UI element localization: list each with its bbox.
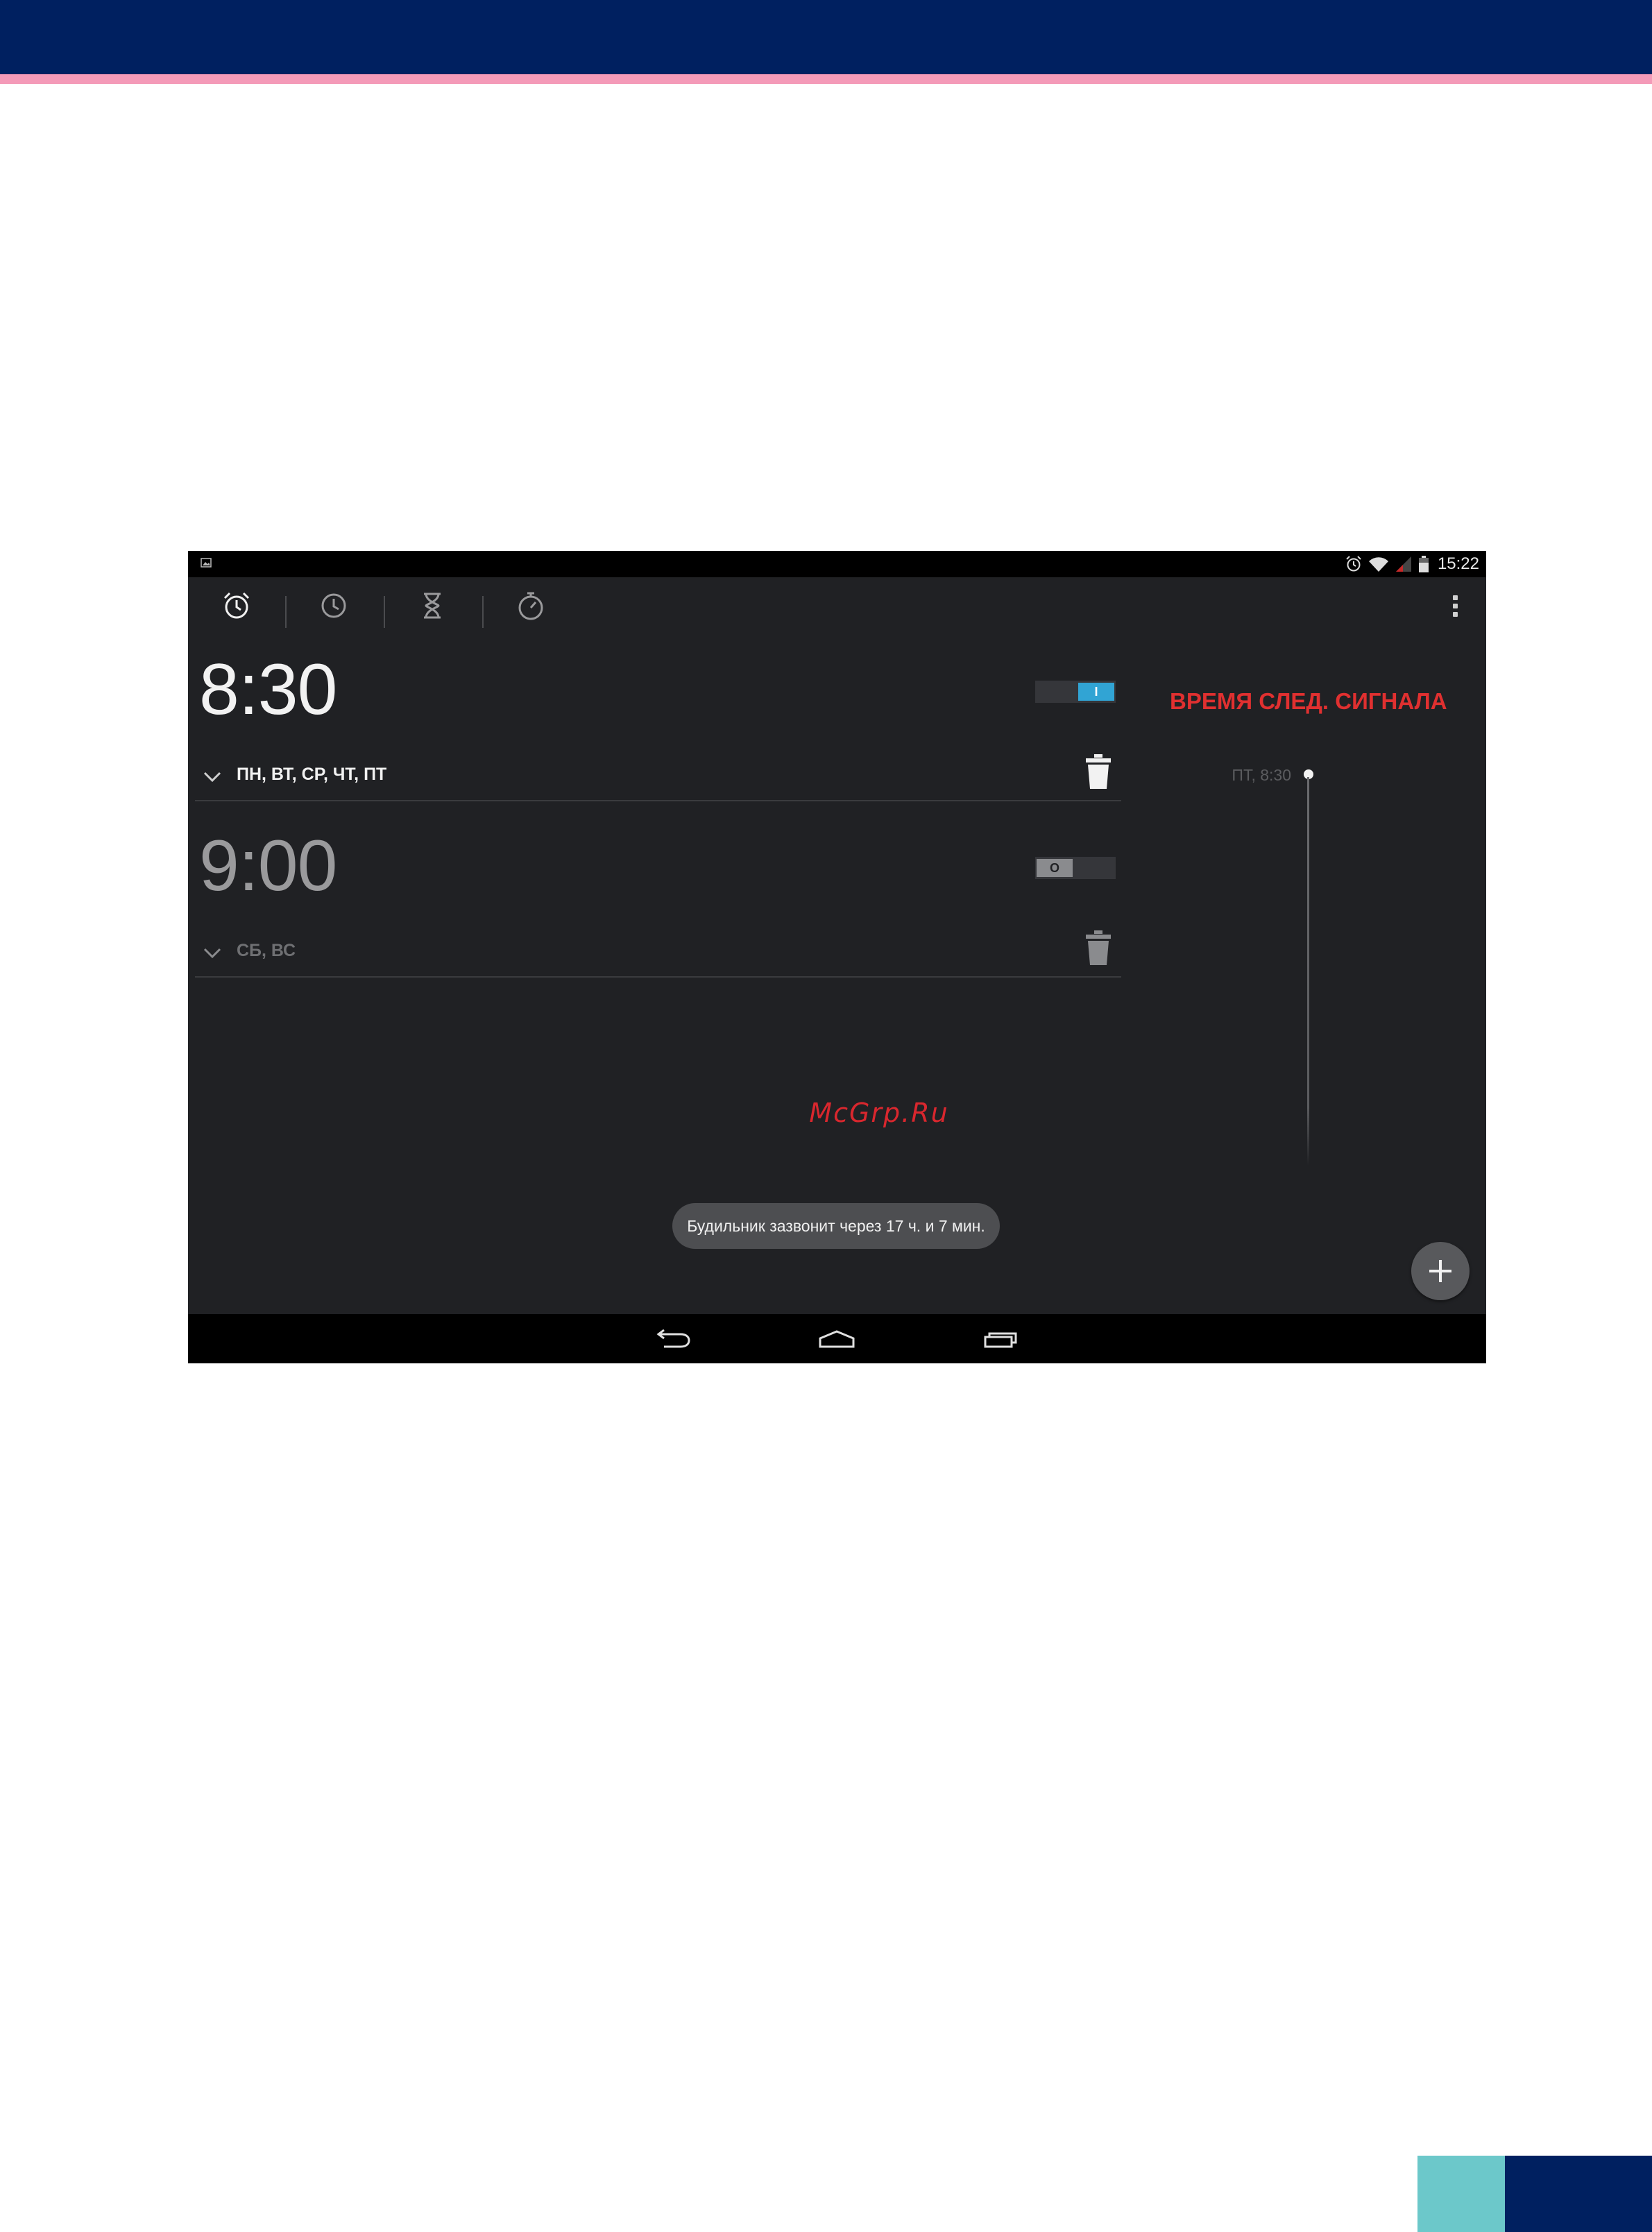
page-header-bar (0, 0, 1652, 74)
alarm-clock-icon (223, 592, 250, 619)
status-icons: 15:22 (1345, 551, 1479, 577)
back-button[interactable] (631, 1314, 714, 1363)
alarm-toggle[interactable]: O (1035, 857, 1116, 879)
alarm-icon (1346, 556, 1361, 572)
clock-icon (321, 593, 346, 618)
alarm-item[interactable]: 8:30 I ПН, ВТ, СР, ЧТ, ПТ (188, 634, 1121, 810)
overflow-dot (1452, 603, 1458, 608)
delete-alarm-button[interactable] (1082, 927, 1115, 969)
overflow-dot (1452, 595, 1458, 600)
delete-alarm-button[interactable] (1082, 751, 1115, 792)
tab-bar (188, 577, 1486, 634)
alarm-time[interactable]: 8:30 (199, 648, 337, 731)
navigation-bar (188, 1314, 1486, 1363)
toggle-on-glyph: I (1094, 684, 1098, 699)
chevron-down-icon[interactable] (202, 770, 223, 784)
recent-apps-button[interactable] (960, 1314, 1044, 1363)
chevron-down-icon[interactable] (202, 946, 223, 960)
overflow-menu-button[interactable] (1445, 590, 1465, 622)
toggle-off-glyph: O (1049, 860, 1059, 875)
plus-icon (1429, 1260, 1451, 1282)
tab-separator (285, 596, 287, 628)
alarm-item[interactable]: 9:00 O СБ, ВС (188, 810, 1121, 987)
clock-app-screenshot: 15:22 8:30 I ПН, ВТ, СР, ЧТ, ПТ 9:00 O С… (188, 551, 1486, 1363)
timeline-line (1307, 777, 1309, 1166)
tab-clock[interactable] (299, 577, 368, 634)
wifi-icon (1368, 557, 1388, 572)
tab-alarm[interactable] (202, 577, 271, 634)
next-alarm-entry: ПТ, 8:30 (1232, 766, 1291, 784)
alarm-toggle[interactable]: I (1035, 681, 1116, 703)
tab-stopwatch[interactable] (496, 577, 565, 634)
alarm-time[interactable]: 9:00 (199, 824, 337, 908)
next-alarm-heading: ВРЕМЯ СЛЕД. СИГНАЛА (1170, 688, 1447, 714)
overflow-dot (1452, 611, 1458, 617)
picture-notification-icon (201, 558, 212, 568)
signal-icon (1395, 556, 1411, 572)
back-icon (656, 1329, 690, 1347)
footer-teal-block (1417, 2156, 1505, 2232)
add-alarm-button[interactable] (1411, 1242, 1470, 1300)
footer-navy-block (1505, 2156, 1652, 2232)
toast-message: Будильник зазвонит через 17 ч. и 7 мин. (672, 1203, 1000, 1249)
tab-timer[interactable] (398, 577, 467, 634)
stopwatch-icon (518, 592, 543, 620)
watermark: McGrp.Ru (809, 1098, 949, 1128)
home-icon (819, 1329, 855, 1347)
page-header-stripe (0, 74, 1652, 84)
row-divider (195, 800, 1121, 801)
alarm-list: 8:30 I ПН, ВТ, СР, ЧТ, ПТ 9:00 O СБ, ВС (188, 634, 1121, 987)
hourglass-icon (424, 593, 441, 619)
toggle-thumb: O (1037, 859, 1073, 877)
row-divider (195, 976, 1121, 978)
status-bar: 15:22 (188, 551, 1486, 577)
battery-icon (1418, 556, 1429, 572)
alarm-repeat-days: ПН, ВТ, СР, ЧТ, ПТ (237, 765, 387, 784)
trash-icon (1086, 930, 1111, 965)
trash-icon (1086, 754, 1111, 789)
toggle-thumb: I (1078, 683, 1114, 701)
tab-separator (384, 596, 385, 628)
tab-separator (482, 596, 484, 628)
recent-apps-icon (984, 1332, 1017, 1347)
alarm-repeat-days: СБ, ВС (237, 941, 296, 960)
home-button[interactable] (795, 1314, 878, 1363)
status-time: 15:22 (1437, 554, 1479, 573)
